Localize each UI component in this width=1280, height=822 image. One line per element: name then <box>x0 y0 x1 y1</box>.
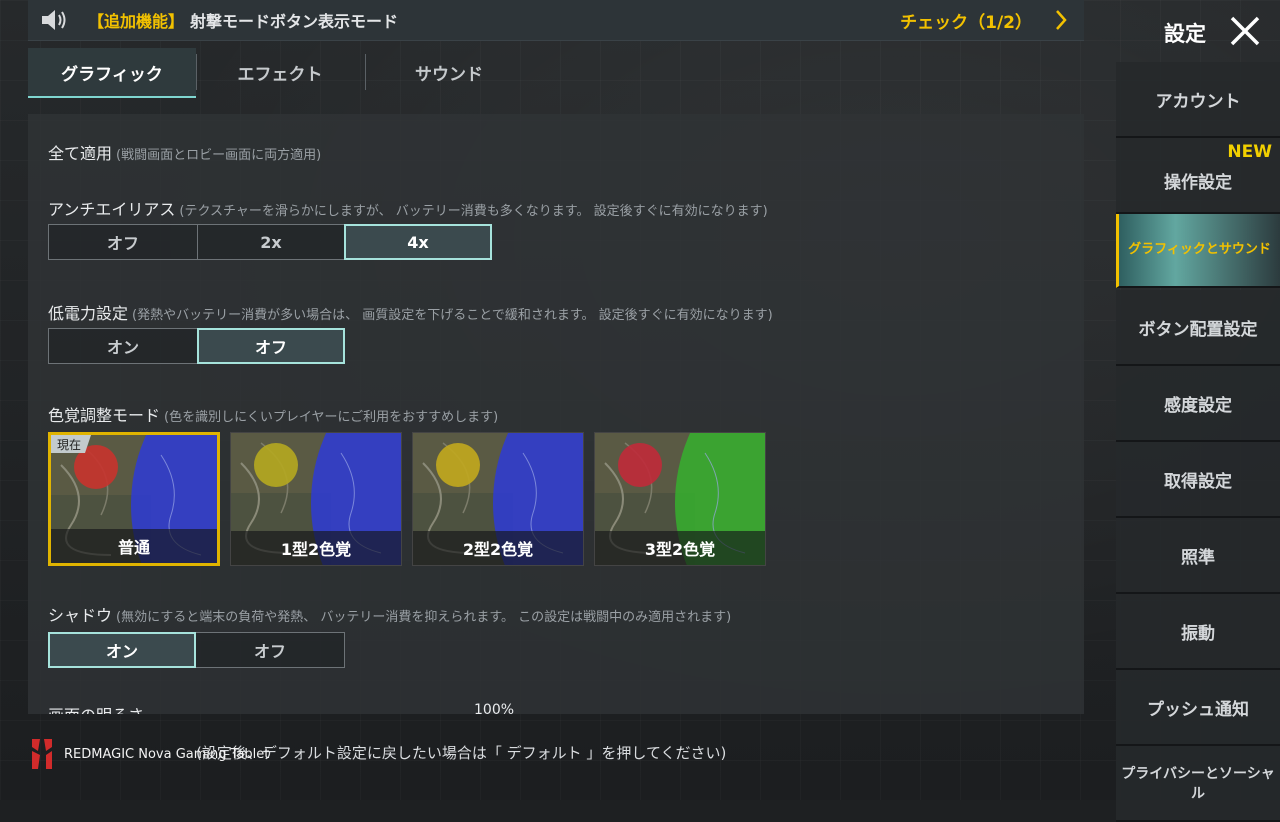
color-mode-card-deutan[interactable]: 2型2色覚 <box>412 432 584 566</box>
shadow-title-row: シャドウ (無効にすると端末の負荷や発熱、 バッテリー消費を抑えられます。 この設… <box>48 602 731 626</box>
sidebar-item-account[interactable]: アカウント <box>1116 62 1280 138</box>
card-label: 1型2色覚 <box>231 531 401 565</box>
antialias-selector: オフ 2x 4x <box>48 224 492 260</box>
low-power-selector: オン オフ <box>48 328 345 364</box>
sidebar-item-label: 照準 <box>1181 547 1215 568</box>
sidebar-item-vibration[interactable]: 振動 <box>1116 594 1280 670</box>
shadow-off-option[interactable]: オフ <box>195 632 345 668</box>
tab-sound[interactable]: サウンド <box>365 48 533 96</box>
brightness-title: 画面の明るさ <box>48 702 144 714</box>
sidebar-item-label: プライバシーとソーシャル <box>1121 766 1275 802</box>
watermark-text: REDMAGIC Nova Gaming Tablet <box>64 746 270 762</box>
tab-graphics[interactable]: グラフィック <box>28 48 196 98</box>
shadow-note: (無効にすると端末の負荷や発熱、 バッテリー消費を抑えられます。 この設定は戦闘… <box>116 610 732 625</box>
chevron-right-icon[interactable] <box>1048 0 1074 40</box>
sidebar-item-label: 振動 <box>1181 623 1215 644</box>
brightness-value: 100% <box>474 702 515 714</box>
sidebar-item-label: プッシュ通知 <box>1147 699 1249 720</box>
tab-bar: グラフィック エフェクト サウンド <box>28 48 1084 98</box>
settings-sidebar: アカウント NEW 操作設定 グラフィックとサウンド ボタン配置設定 感度設定 … <box>1116 62 1280 822</box>
apply-all-note: (戦闘画面とロビー画面に両方適用) <box>116 148 322 163</box>
apply-all-title: 全て適用 <box>48 144 113 163</box>
color-mode-card-tritan[interactable]: 3型2色覚 <box>594 432 766 566</box>
device-watermark: REDMAGIC Nova Gaming Tablet <box>28 734 300 774</box>
settings-panel: 全て適用 (戦闘画面とロビー画面に両方適用) アンチエイリアス (テクスチャーを滑ら… <box>28 114 1084 714</box>
banner-check-link[interactable]: チェック（1/2） <box>900 8 1032 33</box>
sidebar-item-graphics-sound[interactable]: グラフィックとサウンド <box>1116 214 1280 288</box>
card-label: 3型2色覚 <box>595 531 765 565</box>
low-power-title-row: 低電力設定 (発熱やバッテリー消費が多い場合は、 画質設定を下げることで緩和されま… <box>48 300 773 324</box>
close-icon[interactable] <box>1226 12 1264 50</box>
sidebar-item-button-layout[interactable]: ボタン配置設定 <box>1116 290 1280 366</box>
sidebar-item-controls[interactable]: NEW 操作設定 <box>1116 138 1280 214</box>
page-title: 設定 <box>1164 22 1206 46</box>
sidebar-item-label: 操作設定 <box>1164 172 1232 193</box>
antialias-off-option[interactable]: オフ <box>48 224 198 260</box>
antialias-2x-option[interactable]: 2x <box>197 224 345 260</box>
antialias-note: (テクスチャーを滑らかにしますが、 バッテリー消費も多くなります。 設定後すぐに… <box>179 204 768 219</box>
banner-message: 射撃モードボタン表示モード <box>190 12 399 31</box>
color-mode-card-protan[interactable]: 1型2色覚 <box>230 432 402 566</box>
antialias-title-row: アンチエイリアス (テクスチャーを滑らかにしますが、 バッテリー消費も多くなります… <box>48 196 768 220</box>
redmagic-logo-icon <box>32 739 52 769</box>
card-label: 2型2色覚 <box>413 531 583 565</box>
sidebar-item-push-notifications[interactable]: プッシュ通知 <box>1116 670 1280 746</box>
color-mode-title-row: 色覚調整モード (色を識別しにくいプレイヤーにご利用をおすすめします) <box>48 402 498 426</box>
color-mode-note: (色を識別しにくいプレイヤーにご利用をおすすめします) <box>164 410 499 425</box>
sidebar-item-sensitivity[interactable]: 感度設定 <box>1116 366 1280 442</box>
new-badge: NEW <box>1227 142 1272 162</box>
sidebar-item-label: 感度設定 <box>1164 395 1232 416</box>
sidebar-item-label: 取得設定 <box>1164 471 1232 492</box>
tab-effects[interactable]: エフェクト <box>196 48 364 96</box>
banner-tag: 【追加機能】 <box>88 12 185 31</box>
low-power-on-option[interactable]: オン <box>48 328 198 364</box>
shadow-selector: オン オフ <box>48 632 345 668</box>
speaker-icon <box>34 0 74 40</box>
sidebar-item-crosshair[interactable]: 照準 <box>1116 518 1280 594</box>
card-label: 普通 <box>51 529 217 563</box>
sidebar-item-privacy[interactable]: プライバシーとソーシャル <box>1116 746 1280 822</box>
sidebar-item-label: ボタン配置設定 <box>1138 319 1258 340</box>
shadow-on-option[interactable]: オン <box>48 632 196 668</box>
color-mode-card-normal[interactable]: 現在 普通 <box>48 432 220 566</box>
shadow-title: シャドウ <box>48 606 113 625</box>
sidebar-item-label: アカウント <box>1155 91 1241 112</box>
feature-banner[interactable]: 【追加機能】 射撃モードボタン表示モード チェック（1/2） <box>28 0 1084 41</box>
apply-all-row[interactable]: 全て適用 (戦闘画面とロビー画面に両方適用) <box>48 140 321 164</box>
sidebar-item-pickup[interactable]: 取得設定 <box>1116 442 1280 518</box>
sidebar-item-label: グラフィックとサウンド <box>1128 242 1271 257</box>
current-badge: 現在 <box>51 435 92 453</box>
color-mode-title: 色覚調整モード <box>48 406 161 425</box>
antialias-title: アンチエイリアス <box>48 200 176 219</box>
color-mode-cards: 現在 普通 1型2色覚 2型2色覚 3型2色覚 <box>48 432 766 566</box>
low-power-title: 低電力設定 <box>48 304 129 323</box>
low-power-note: (発熱やバッテリー消費が多い場合は、 画質設定を下げることで緩和されます。 設定… <box>132 308 773 323</box>
low-power-off-option[interactable]: オフ <box>197 328 345 364</box>
antialias-4x-option[interactable]: 4x <box>344 224 492 260</box>
